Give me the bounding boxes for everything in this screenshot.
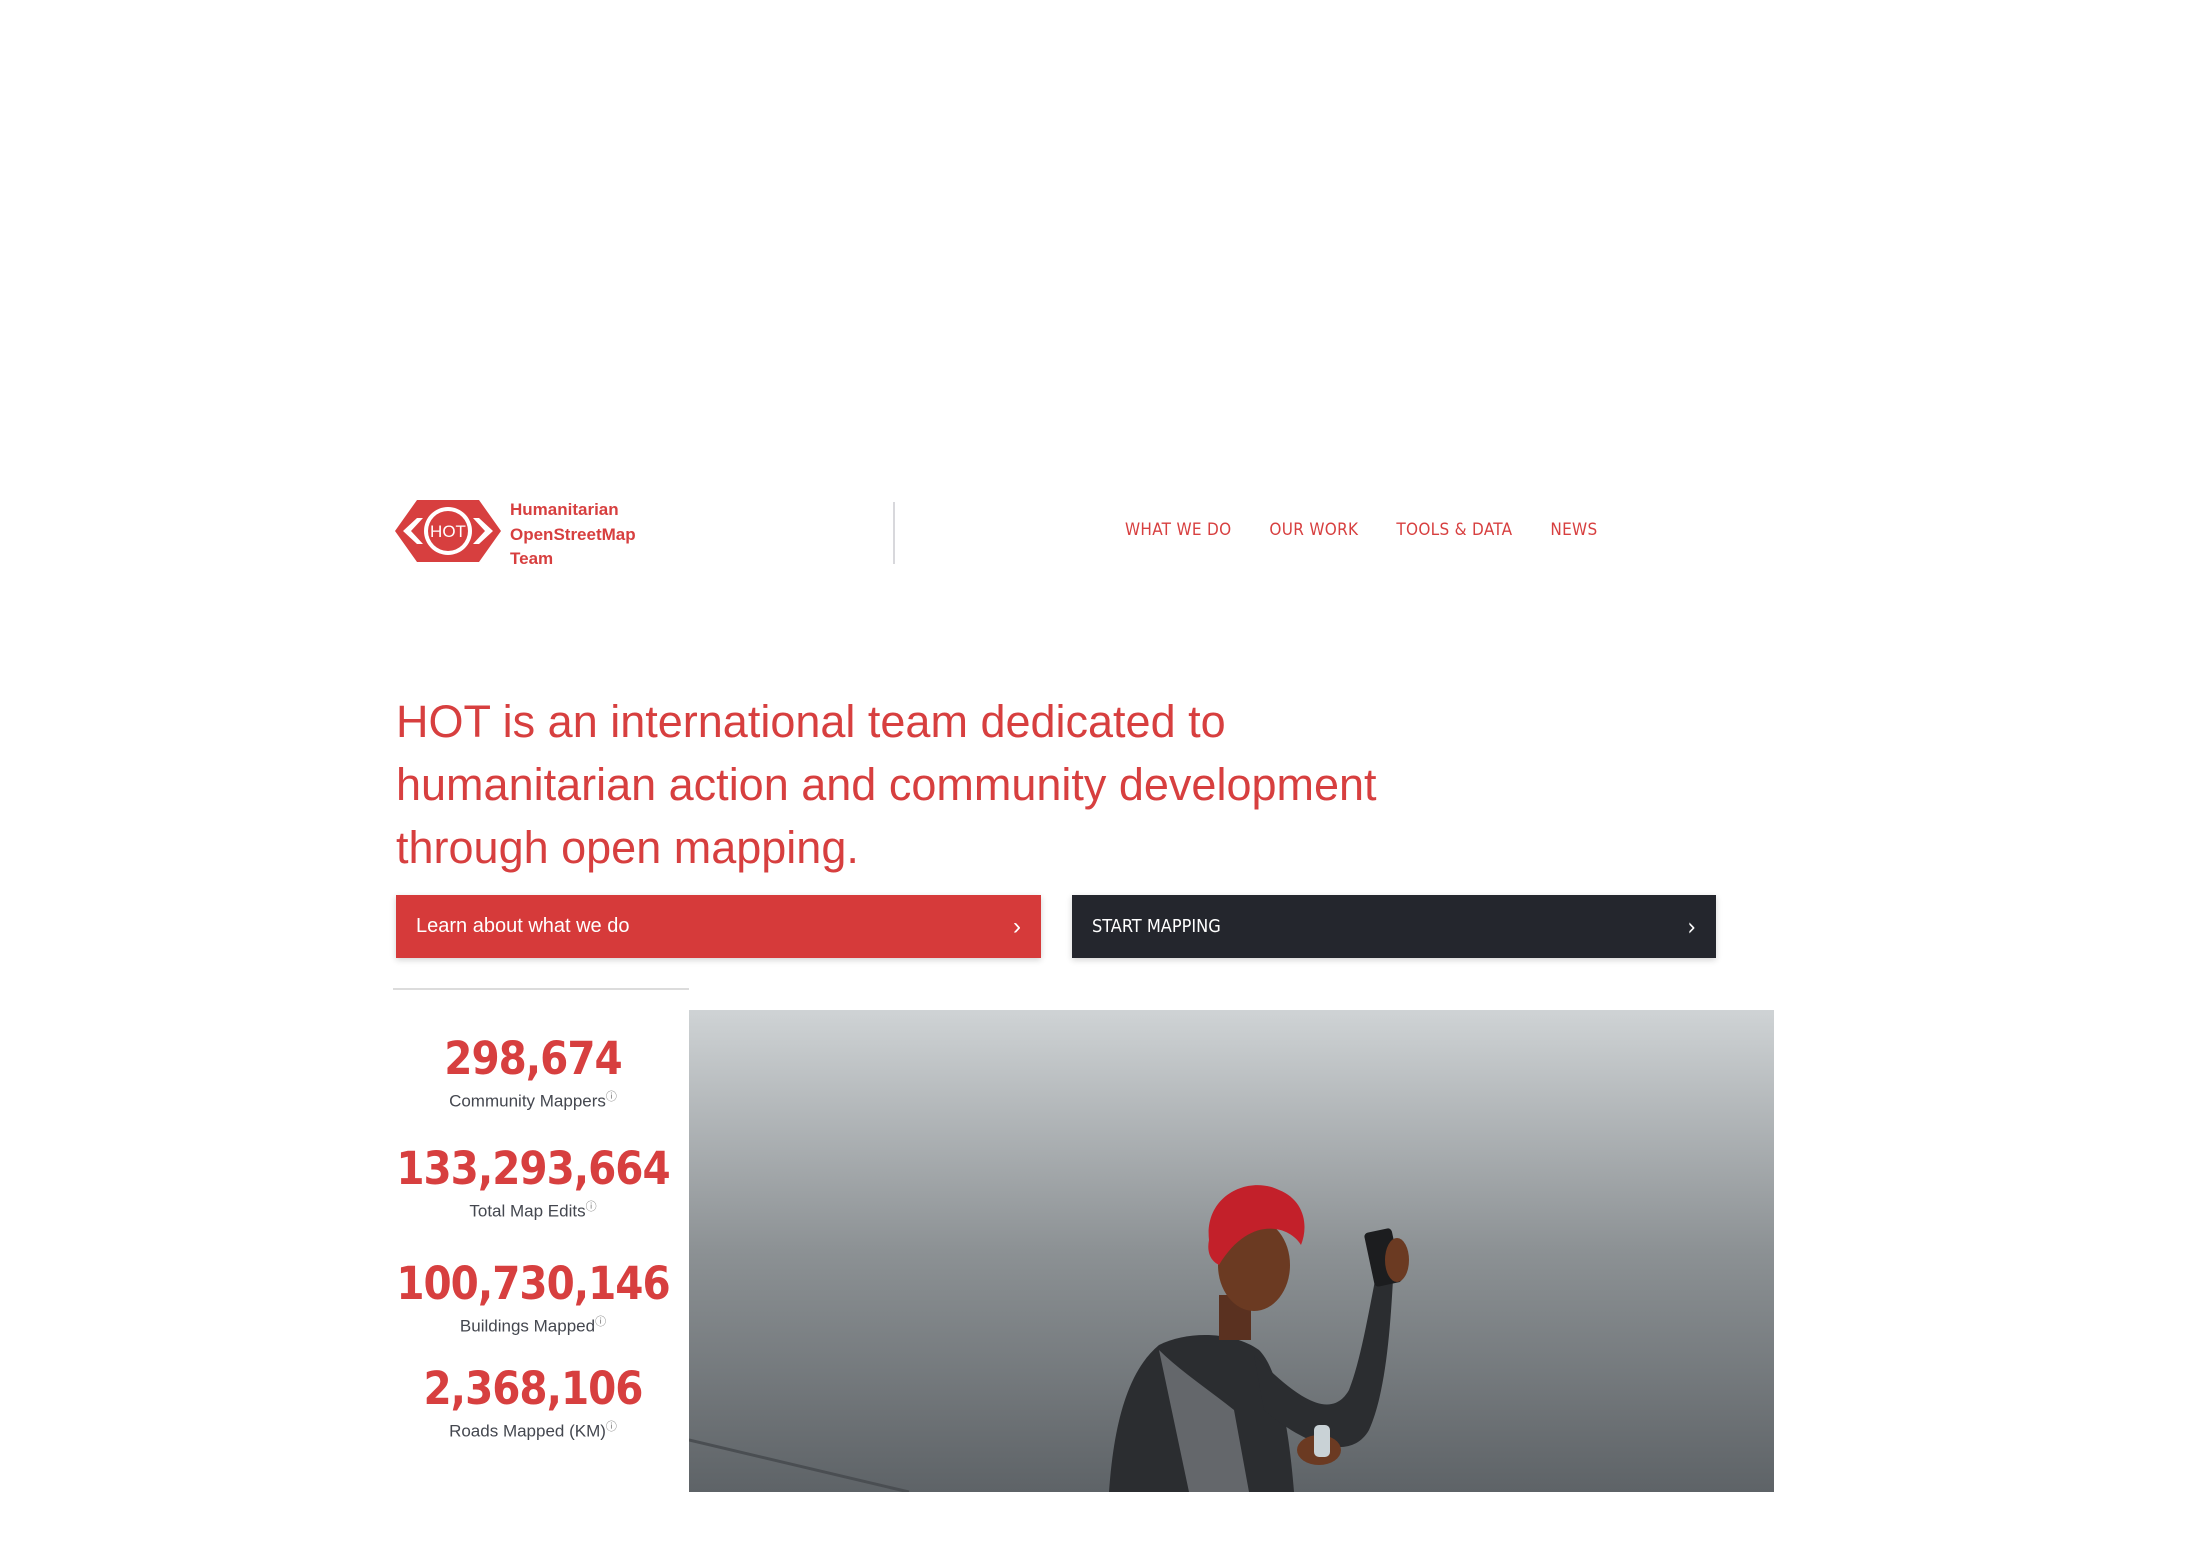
learn-about-button[interactable]: Learn about what we do ›: [396, 895, 1041, 958]
svg-text:HOT: HOT: [430, 522, 466, 541]
main-nav: WHAT WE DO OUR WORK TOOLS & DATA NEWS: [1125, 520, 1597, 540]
photo-woman-holding-phone-icon: [689, 1010, 1774, 1492]
info-icon[interactable]: ⓘ: [586, 1201, 597, 1213]
hot-logo[interactable]: HOT Humanitarian OpenStreetMap Team: [395, 496, 695, 568]
info-icon[interactable]: ⓘ: [595, 1316, 606, 1328]
stat-community-mappers: 298,674 Community Mappersⓘ: [393, 1035, 673, 1112]
nav-our-work[interactable]: OUR WORK: [1269, 520, 1358, 540]
stat-value: 100,730,146: [396, 1257, 670, 1310]
info-icon[interactable]: ⓘ: [606, 1421, 617, 1433]
stat-value: 2,368,106: [423, 1362, 644, 1415]
logo-wordmark: Humanitarian OpenStreetMap Team: [510, 498, 636, 572]
hot-logo-icon: HOT: [395, 500, 501, 562]
nav-news[interactable]: NEWS: [1550, 520, 1597, 540]
stat-label: Buildings Mappedⓘ: [459, 1316, 607, 1336]
start-mapping-button[interactable]: START MAPPING ›: [1072, 895, 1716, 958]
stat-value: 133,293,664: [396, 1142, 670, 1195]
start-mapping-button-label: START MAPPING: [1092, 916, 1221, 937]
learn-about-button-label: Learn about what we do: [416, 915, 630, 937]
chevron-right-icon: ›: [1687, 912, 1696, 941]
hero-headline: HOT is an international team dedicated t…: [396, 696, 1377, 873]
chevron-right-icon: ›: [1013, 912, 1021, 940]
header-divider: [893, 502, 895, 564]
stat-label: Total Map Editsⓘ: [469, 1201, 597, 1221]
hero-image: [689, 1010, 1774, 1492]
logo-line-2: OpenStreetMap: [510, 524, 636, 544]
stat-roads-mapped: 2,368,106 Roads Mapped (KM)ⓘ: [393, 1365, 673, 1442]
stats-divider: [393, 988, 689, 990]
stat-label: Roads Mapped (KM)ⓘ: [449, 1421, 617, 1441]
logo-line-1: Humanitarian: [510, 500, 619, 519]
stat-value: 298,674: [444, 1032, 622, 1085]
stat-label: Community Mappersⓘ: [449, 1091, 617, 1111]
nav-what-we-do[interactable]: WHAT WE DO: [1125, 520, 1231, 540]
stat-buildings-mapped: 100,730,146 Buildings Mappedⓘ: [393, 1260, 673, 1337]
site-header: HOT Humanitarian OpenStreetMap Team WHAT…: [395, 496, 1725, 568]
nav-tools-data[interactable]: TOOLS & DATA: [1396, 520, 1512, 540]
logo-line-3: Team: [510, 549, 554, 568]
info-icon[interactable]: ⓘ: [606, 1091, 617, 1103]
stat-total-map-edits: 133,293,664 Total Map Editsⓘ: [393, 1145, 673, 1222]
